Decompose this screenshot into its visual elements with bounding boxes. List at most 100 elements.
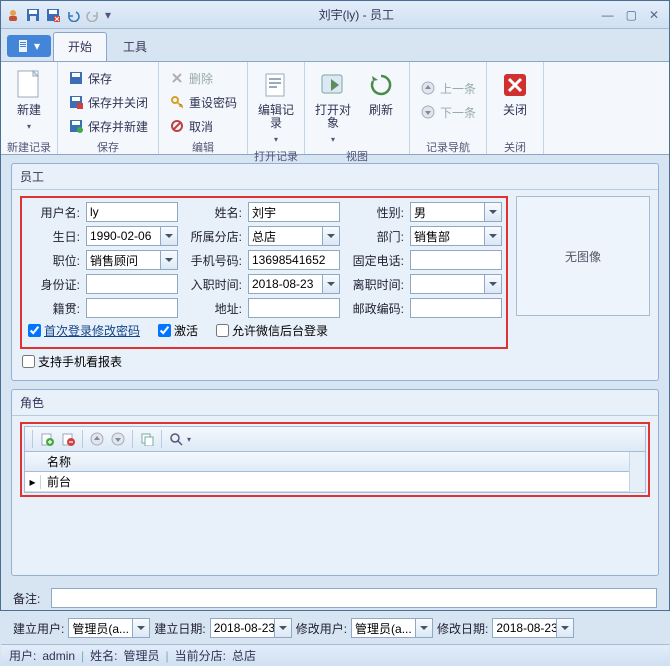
create-user-label: 建立用户: bbox=[13, 620, 64, 637]
remark-input[interactable] bbox=[51, 588, 657, 608]
username-label: 用户名: bbox=[26, 204, 80, 221]
wechat-checkbox[interactable]: 允许微信后台登录 bbox=[216, 322, 328, 339]
audit-row: 建立用户: 管理员(a... 建立日期: 2018-08-23 修改用户: 管理… bbox=[11, 616, 659, 644]
tel-label: 固定电话: bbox=[346, 252, 404, 269]
up-arrow-icon bbox=[420, 80, 436, 96]
save-new-icon bbox=[68, 118, 84, 134]
menubar: ▾ 开始 工具 bbox=[1, 29, 669, 61]
roles-scrollbar[interactable] bbox=[629, 452, 645, 492]
reset-pwd-button[interactable]: 重设密码 bbox=[165, 91, 241, 113]
titlebar: ▾ 刘宇(ly) - 员工 — ▢ ✕ bbox=[1, 1, 669, 29]
create-date-field[interactable]: 2018-08-23 bbox=[210, 618, 292, 638]
refresh-button[interactable]: 刷新 bbox=[359, 65, 403, 146]
qat-save-icon[interactable] bbox=[25, 7, 41, 23]
employee-panel-title: 员工 bbox=[12, 164, 658, 190]
minimize-button[interactable]: — bbox=[602, 8, 614, 22]
roles-table: 名称 ▸ 前台 bbox=[24, 452, 646, 493]
row-indicator-icon: ▸ bbox=[25, 475, 41, 489]
table-row[interactable]: ▸ 前台 bbox=[25, 472, 629, 492]
pos-select[interactable]: 销售顾问 bbox=[86, 250, 178, 270]
hire-input[interactable]: 2018-08-23 bbox=[248, 274, 340, 294]
app-menu-button[interactable]: ▾ bbox=[7, 35, 51, 57]
roles-panel-title: 角色 bbox=[12, 390, 658, 416]
status-user-label: 用户: bbox=[9, 647, 36, 664]
maximize-button[interactable]: ▢ bbox=[626, 8, 637, 22]
mobile-input[interactable]: 13698541652 bbox=[248, 250, 340, 270]
role-remove-button[interactable] bbox=[58, 429, 78, 449]
modify-user-label: 修改用户: bbox=[296, 620, 347, 637]
role-search-button[interactable] bbox=[166, 429, 186, 449]
leave-label: 离职时间: bbox=[346, 276, 404, 293]
tab-start[interactable]: 开始 bbox=[53, 32, 107, 61]
prev-record-button[interactable]: 上一条 bbox=[416, 77, 480, 99]
gender-select[interactable]: 男 bbox=[410, 202, 502, 222]
qat-redo-icon[interactable] bbox=[85, 7, 101, 23]
branch-label: 所属分店: bbox=[184, 228, 242, 245]
idcard-label: 身份证: bbox=[26, 276, 80, 293]
cancel-button[interactable]: 取消 bbox=[165, 115, 241, 137]
gender-label: 性别: bbox=[346, 204, 404, 221]
open-object-button[interactable]: 打开对象▾ bbox=[311, 65, 355, 146]
role-add-button[interactable] bbox=[37, 429, 57, 449]
birth-input[interactable]: 1990-02-06 bbox=[86, 226, 178, 246]
dept-select[interactable]: 销售部 bbox=[410, 226, 502, 246]
active-checkbox[interactable]: 激活 bbox=[158, 322, 198, 339]
roles-col-name[interactable]: 名称 bbox=[41, 453, 629, 470]
qat-undo-icon[interactable] bbox=[65, 7, 81, 23]
addr-label: 地址: bbox=[184, 300, 242, 317]
qat-saveclose-icon[interactable] bbox=[45, 7, 61, 23]
zip-input[interactable] bbox=[410, 298, 502, 318]
delete-button[interactable]: 删除 bbox=[165, 67, 241, 89]
username-input[interactable]: ly bbox=[86, 202, 178, 222]
dept-label: 部门: bbox=[346, 228, 404, 245]
close-button[interactable]: 关闭 bbox=[493, 65, 537, 137]
leave-input[interactable] bbox=[410, 274, 502, 294]
close-icon bbox=[499, 69, 531, 101]
employee-image[interactable]: 无图像 bbox=[516, 196, 650, 316]
status-branch-label: 当前分店: bbox=[175, 647, 226, 664]
new-button[interactable]: 新建▾ bbox=[7, 65, 51, 137]
save-close-button[interactable]: 保存并关闭 bbox=[64, 91, 152, 113]
save-close-icon bbox=[68, 94, 84, 110]
open-object-icon bbox=[317, 69, 349, 101]
status-user: admin bbox=[42, 649, 75, 663]
branch-select[interactable]: 总店 bbox=[248, 226, 340, 246]
status-name-label: 姓名: bbox=[90, 647, 117, 664]
cancel-icon bbox=[169, 118, 185, 134]
modify-date-field[interactable]: 2018-08-23 bbox=[492, 618, 574, 638]
role-up-button[interactable] bbox=[87, 429, 107, 449]
group-nav-label: 记录导航 bbox=[416, 137, 480, 153]
tab-tools[interactable]: 工具 bbox=[109, 33, 161, 61]
name-label: 姓名: bbox=[184, 204, 242, 221]
new-icon bbox=[13, 69, 45, 101]
remark-label: 备注: bbox=[13, 590, 47, 607]
role-down-button[interactable] bbox=[108, 429, 128, 449]
pos-label: 职位: bbox=[26, 252, 80, 269]
mobile-report-checkbox[interactable]: 支持手机看报表 bbox=[22, 353, 122, 370]
modify-date-label: 修改日期: bbox=[437, 620, 488, 637]
delete-icon bbox=[169, 70, 185, 86]
group-open-record-label: 打开记录 bbox=[254, 146, 298, 162]
status-name: 管理员 bbox=[124, 647, 160, 664]
down-arrow-icon bbox=[420, 104, 436, 120]
birth-label: 生日: bbox=[26, 228, 80, 245]
save-new-button[interactable]: 保存并新建 bbox=[64, 115, 152, 137]
create-date-label: 建立日期: bbox=[154, 620, 205, 637]
native-input[interactable] bbox=[86, 298, 178, 318]
native-label: 籍贯: bbox=[26, 300, 80, 317]
first-login-checkbox[interactable]: 首次登录修改密码 bbox=[28, 322, 140, 339]
close-window-button[interactable]: ✕ bbox=[649, 8, 659, 22]
addr-input[interactable] bbox=[248, 298, 340, 318]
tel-input[interactable] bbox=[410, 250, 502, 270]
mobile-label: 手机号码: bbox=[184, 252, 242, 269]
next-record-button[interactable]: 下一条 bbox=[416, 101, 480, 123]
create-user-field[interactable]: 管理员(a... bbox=[68, 618, 150, 638]
zip-label: 邮政编码: bbox=[346, 300, 404, 317]
edit-record-button[interactable]: 编辑记录▾ bbox=[254, 65, 298, 146]
modify-user-field[interactable]: 管理员(a... bbox=[351, 618, 433, 638]
role-copy-button[interactable] bbox=[137, 429, 157, 449]
name-input[interactable]: 刘宇 bbox=[248, 202, 340, 222]
save-button[interactable]: 保存 bbox=[64, 67, 152, 89]
idcard-input[interactable] bbox=[86, 274, 178, 294]
group-close-label: 关闭 bbox=[493, 137, 537, 153]
